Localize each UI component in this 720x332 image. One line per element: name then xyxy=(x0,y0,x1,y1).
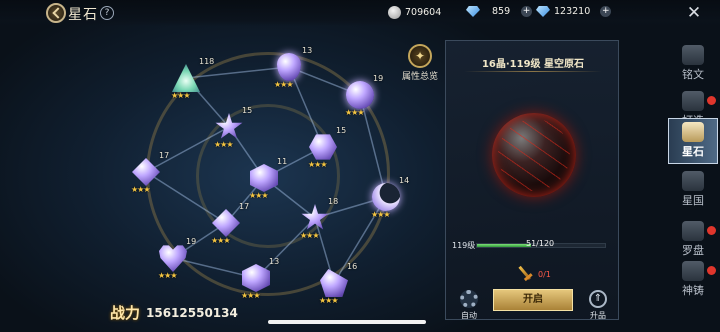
star-stone-node[interactable]: 19 ★★★ xyxy=(343,74,383,117)
tab-0[interactable]: 铭文 xyxy=(668,42,718,88)
star-stone-icon xyxy=(301,204,329,230)
node-stars: ★★★ xyxy=(214,140,233,149)
tab-label: 罗盘 xyxy=(682,244,704,257)
node-level: 13 xyxy=(269,257,280,266)
node-stars: ★★★ xyxy=(171,91,190,100)
node-stars: ★★★ xyxy=(308,160,327,169)
node-stars: ★★★ xyxy=(211,236,230,245)
gear-icon xyxy=(460,290,478,308)
heart-stone-icon xyxy=(159,245,187,272)
tab-icon xyxy=(682,91,704,111)
starry-raw-stone-image xyxy=(492,113,576,197)
node-stars: ★★★ xyxy=(300,231,319,240)
tab-icon xyxy=(682,45,704,65)
cube-stone-icon xyxy=(242,264,270,292)
node-stars: ★★★ xyxy=(319,296,338,305)
star-stone-node[interactable]: 13 ★★★ xyxy=(239,257,279,300)
power-label: 战力 xyxy=(110,304,141,322)
node-level: 15 xyxy=(336,126,347,135)
star-stone-node[interactable]: 118 ★★★ xyxy=(169,57,214,100)
node-stars: ★★★ xyxy=(345,108,364,117)
star-stone-node[interactable]: 18 ★★★ xyxy=(298,197,338,240)
node-stars: ★★★ xyxy=(131,185,150,194)
node-stars: ★★★ xyxy=(371,210,390,219)
star-stone-node[interactable]: 11 ★★★ xyxy=(247,157,287,200)
node-level: 19 xyxy=(373,74,384,83)
tab-label: 星石 xyxy=(682,145,704,158)
upgrade-label: 升品 xyxy=(590,311,606,320)
node-stars: ★★★ xyxy=(241,291,260,300)
gem-stone-icon xyxy=(212,209,240,237)
title-divider xyxy=(464,71,602,72)
droplet-stone-icon xyxy=(277,53,301,81)
notification-dot xyxy=(707,266,716,275)
node-level: 11 xyxy=(277,157,288,166)
tab-5[interactable]: 神铸 xyxy=(668,258,718,304)
star-stone-node[interactable]: 17 ★★★ xyxy=(129,151,169,194)
tab-icon xyxy=(682,122,704,142)
node-level: 15 xyxy=(242,106,253,115)
node-stars: ★★★ xyxy=(158,271,177,280)
node-stars: ★★★ xyxy=(249,191,268,200)
star-stone-node[interactable]: 17 ★★★ xyxy=(209,202,249,245)
node-level: 16 xyxy=(347,262,358,271)
auto-button[interactable]: 自动 xyxy=(458,290,480,321)
node-level: 19 xyxy=(186,237,197,246)
star-stone-icon xyxy=(215,113,243,139)
auto-label: 自动 xyxy=(461,311,477,320)
star-stone-node[interactable]: 16 ★★★ xyxy=(317,262,357,305)
tab-icon xyxy=(682,261,704,281)
material-item-icon[interactable] xyxy=(512,261,537,286)
orb-stone-icon xyxy=(346,81,374,109)
node-level: 18 xyxy=(328,197,339,206)
notification-dot xyxy=(707,226,716,235)
attributes-icon: ✦ xyxy=(408,44,432,68)
tab-label: 铭文 xyxy=(682,68,704,81)
attributes-overview-button[interactable]: ✦ 属性总览 xyxy=(400,44,440,82)
stone-level: 119级 xyxy=(452,241,476,250)
tab-3[interactable]: 星国 xyxy=(668,168,718,214)
open-button[interactable]: 开启 xyxy=(493,289,573,311)
upgrade-button[interactable]: ⇑ 升品 xyxy=(586,290,610,321)
upgrade-icon: ⇑ xyxy=(589,290,607,308)
moon-stone-icon xyxy=(372,183,400,211)
tab-icon xyxy=(682,221,704,241)
diamond-stone-icon xyxy=(132,158,160,186)
power-value: 15612550134 xyxy=(146,306,238,320)
stone-detail-panel: 16晶·119级 星空原石 119级 51/120 0/1 自动 开启 ⇑ 升品 xyxy=(445,40,619,320)
node-level: 118 xyxy=(199,57,215,66)
node-level: 13 xyxy=(302,46,313,55)
combat-power: 战力 15612550134 xyxy=(110,298,238,328)
cube-stone-icon xyxy=(250,164,278,192)
tab-label: 神铸 xyxy=(682,284,704,297)
node-level: 14 xyxy=(399,176,410,185)
home-indicator xyxy=(268,320,426,324)
stone-title: 16晶·119级 星空原石 xyxy=(481,59,585,70)
star-stone-node[interactable]: 13 ★★★ xyxy=(272,46,312,89)
star-stone-node[interactable]: 14 ★★★ xyxy=(369,176,409,219)
node-stars: ★★★ xyxy=(274,80,293,89)
triangle-stone-icon xyxy=(172,64,200,92)
tab-label: 星国 xyxy=(682,194,704,207)
attributes-label: 属性总览 xyxy=(401,72,438,82)
tab-icon xyxy=(682,171,704,191)
progress-text: 51/120 xyxy=(526,239,555,248)
star-stone-node[interactable]: 19 ★★★ xyxy=(156,237,196,280)
star-stone-node[interactable]: 15 ★★★ xyxy=(212,106,252,149)
crystal-stone-icon xyxy=(320,269,348,297)
material-count: 0/1 xyxy=(538,270,551,279)
progress-fill xyxy=(477,244,532,247)
star-stone-node[interactable]: 15 ★★★ xyxy=(306,126,346,169)
notification-dot xyxy=(707,96,716,105)
tab-2[interactable]: 星石 xyxy=(668,118,718,164)
node-level: 17 xyxy=(239,202,250,211)
hexagon-stone-icon xyxy=(309,134,337,160)
node-level: 17 xyxy=(159,151,170,160)
